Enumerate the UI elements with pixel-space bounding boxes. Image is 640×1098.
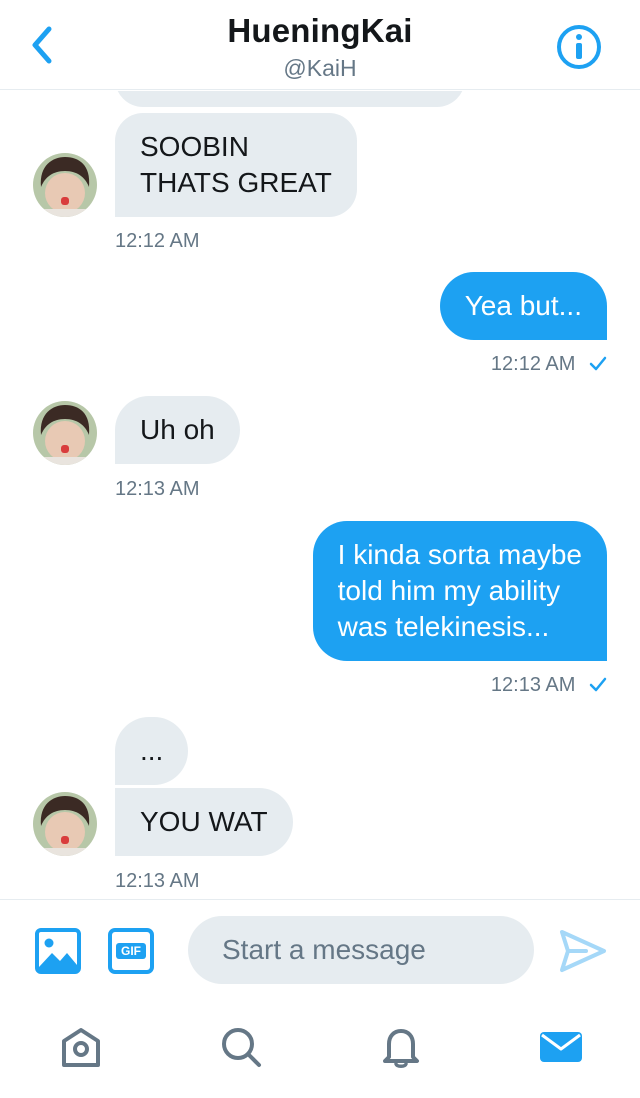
- send-button[interactable]: [556, 924, 610, 978]
- conversation-title: HueningKai: [227, 12, 413, 49]
- message-timestamp: 12:12 AM: [490, 353, 576, 375]
- read-check-icon: [589, 677, 607, 692]
- bell-icon: [383, 1029, 419, 1068]
- message-text: SOOBIN: [140, 131, 249, 162]
- send-icon: [560, 930, 606, 972]
- avatar[interactable]: [33, 153, 97, 217]
- message-bubble-incoming[interactable]: ...: [115, 717, 189, 785]
- message-text: Uh oh: [140, 414, 215, 445]
- message-text: told him my ability: [337, 575, 561, 606]
- message-input[interactable]: [188, 916, 534, 984]
- message-bubble-incoming[interactable]: Uh oh: [115, 396, 240, 464]
- avatar[interactable]: [33, 792, 97, 856]
- message-bubble-outgoing[interactable]: I kinda sorta maybe told him my ability …: [312, 521, 607, 661]
- message-text: THATS GREAT: [140, 167, 332, 198]
- message-composer: GIF: [0, 899, 640, 1004]
- info-icon: [557, 25, 601, 69]
- message-timestamp-row: 12:12 AM: [491, 352, 607, 376]
- info-button[interactable]: [555, 23, 603, 71]
- envelope-icon: [540, 1032, 582, 1062]
- tab-home[interactable]: [56, 1022, 106, 1072]
- message-text: YOU WAT: [140, 806, 268, 837]
- message-bubble-incoming[interactable]: SOOBIN THATS GREAT: [115, 113, 357, 217]
- home-icon: [62, 1028, 100, 1067]
- tab-notifications[interactable]: [376, 1022, 426, 1072]
- message-timestamp: 12:12 AM: [115, 230, 200, 252]
- message-bubble-incoming[interactable]: YOU WAT: [115, 788, 293, 856]
- message-text: I kinda sorta maybe: [337, 539, 582, 570]
- search-icon: [222, 1028, 261, 1067]
- tab-messages[interactable]: [536, 1022, 586, 1072]
- avatar[interactable]: [33, 401, 97, 465]
- conversation-header: HueningKai @KaiH: [0, 0, 640, 90]
- conversation-title-block[interactable]: HueningKai @KaiH: [0, 12, 640, 83]
- message-timestamp-row: 12:13 AM: [491, 673, 607, 697]
- message-bubble-partial: [115, 91, 465, 107]
- tab-search[interactable]: [216, 1022, 266, 1072]
- image-icon: [35, 928, 81, 974]
- message-timestamp: 12:13 AM: [490, 674, 576, 696]
- message-list[interactable]: SOOBIN THATS GREAT 12:12 AM Yea but... 1…: [0, 91, 640, 899]
- add-gif-button[interactable]: GIF: [107, 927, 155, 975]
- message-bubble-outgoing[interactable]: Yea but...: [439, 272, 607, 340]
- add-image-button[interactable]: [34, 927, 82, 975]
- message-text: was telekinesis...: [337, 611, 550, 642]
- message-text: ...: [140, 735, 164, 766]
- gif-icon: GIF: [108, 928, 154, 974]
- read-check-icon: [589, 356, 607, 371]
- conversation-handle: @KaiH: [283, 55, 357, 81]
- message-timestamp: 12:13 AM: [115, 478, 200, 500]
- bottom-tab-bar: [0, 1004, 640, 1098]
- message-timestamp: 12:13 AM: [115, 870, 200, 892]
- gif-label: GIF: [121, 944, 141, 958]
- message-text: Yea but...: [464, 290, 582, 321]
